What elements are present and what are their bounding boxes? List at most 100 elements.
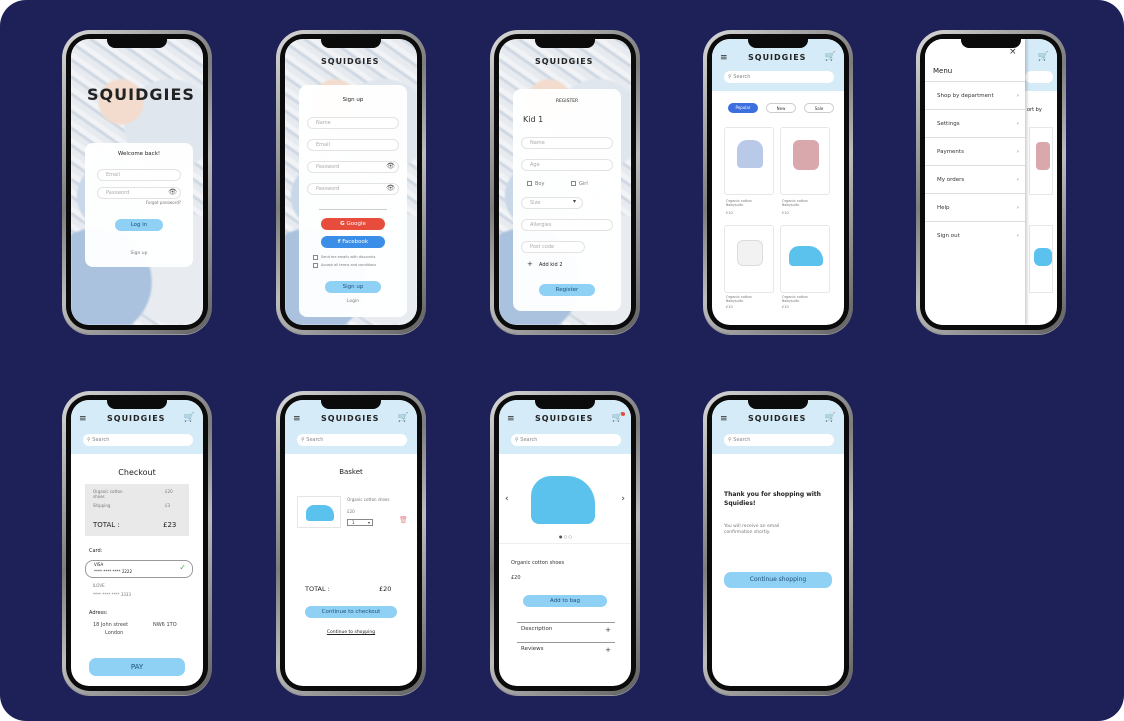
menu-item-settings[interactable]: Settings › — [925, 110, 1025, 138]
cart-icon[interactable]: 🛒 — [184, 413, 195, 423]
menu-item-sign-out[interactable]: Sign out › — [925, 222, 1025, 250]
chevron-right-icon[interactable]: › — [621, 494, 625, 504]
product-price: £20 — [511, 575, 521, 581]
chevron-down-icon[interactable]: ▾ — [573, 198, 576, 205]
name-field[interactable]: Name — [521, 137, 613, 149]
search-input[interactable]: ⚲ Search — [724, 434, 834, 446]
tab-new[interactable]: New — [766, 103, 796, 113]
product-name: Organic cotton Babysuits — [726, 199, 752, 208]
continue-shopping-button[interactable]: Continue shopping — [724, 572, 832, 588]
eye-icon[interactable]: 👁 — [168, 188, 177, 196]
card-option-selected[interactable]: VISA **** **** **** 2222 ✓ — [85, 560, 193, 578]
brand-logo: SQUIDGIES — [321, 57, 380, 66]
facebook-button[interactable]: f Facebook — [321, 236, 385, 248]
name-field[interactable]: Name — [307, 117, 399, 129]
google-button[interactable]: G Google — [321, 218, 385, 230]
total-label: TOTAL : — [305, 585, 330, 593]
continue-shopping-link[interactable]: Continue to shopping — [285, 630, 417, 635]
product-card[interactable] — [724, 225, 774, 293]
cart-icon[interactable]: 🛒 — [398, 413, 409, 423]
summary-shipping: Shipping — [93, 503, 111, 508]
eye-icon[interactable]: 👁 — [386, 184, 395, 192]
product-card[interactable] — [724, 127, 774, 195]
signup-button[interactable]: Sign up — [325, 281, 381, 293]
signup-card: Sign up Name Email Password 👁 Password 👁… — [299, 85, 407, 317]
postcode-field[interactable]: Post code — [521, 241, 585, 253]
discount-label: Send me emails with discounts — [321, 255, 376, 259]
product-card[interactable] — [780, 127, 830, 195]
tab-popular[interactable]: Popular — [728, 103, 758, 113]
girl-checkbox[interactable] — [571, 181, 576, 186]
search-input[interactable]: ⚲ Search — [511, 434, 621, 446]
summary-item-price: £20 — [165, 489, 173, 494]
product-price: £10 — [782, 211, 789, 215]
cart-icon[interactable]: 🛒 — [825, 52, 836, 62]
email-field[interactable]: Email — [307, 139, 399, 151]
summary-item-name: Organic cotton shoes — [93, 489, 123, 499]
hamburger-icon[interactable]: ≡ — [79, 414, 87, 424]
eye-icon[interactable]: 👁 — [386, 162, 395, 170]
add-kid-link[interactable]: Add kid 2 — [539, 262, 563, 268]
phone-notch — [107, 39, 167, 48]
add-to-bag-button[interactable]: Add to bag — [523, 595, 607, 607]
register-button[interactable]: Register — [539, 284, 595, 296]
login-link[interactable]: Login — [299, 299, 407, 304]
reviews-row[interactable]: Reviews + — [521, 646, 615, 660]
menu-item-my-orders[interactable]: My orders › — [925, 166, 1025, 194]
hamburger-icon[interactable]: ≡ — [720, 53, 728, 63]
menu-drawer: × Menu Shop by department › Settings › Pay… — [925, 39, 1025, 325]
phone-notch — [961, 39, 1021, 48]
accordion-divider — [517, 622, 615, 623]
search-input[interactable]: ⚲ Search — [297, 434, 407, 446]
product-card[interactable] — [780, 225, 830, 293]
discount-checkbox[interactable] — [313, 255, 318, 260]
cart-icon[interactable]: 🛒 — [1038, 52, 1049, 62]
trash-icon[interactable]: 🗑 — [399, 516, 408, 524]
carousel-dots: ● ○ ○ — [559, 534, 573, 539]
menu-item-label: Settings — [937, 121, 960, 127]
checkout-button[interactable]: Continue to checkout — [305, 606, 397, 618]
card-number-2[interactable]: **** **** **** 3333 — [93, 592, 131, 598]
phone-menu: 🛒 ort by × Menu Shop by department › Sett… — [916, 30, 1066, 334]
menu-item-help[interactable]: Help › — [925, 194, 1025, 222]
phone-register: SQUIDGIES REGISTER Kid 1 Name Age Boy Gi… — [490, 30, 640, 334]
hamburger-icon[interactable]: ≡ — [293, 414, 301, 424]
boy-checkbox[interactable] — [527, 181, 532, 186]
menu-item-payments[interactable]: Payments › — [925, 138, 1025, 166]
product-name: Organic cotton shoes — [511, 560, 565, 566]
product-card-peek — [1029, 127, 1053, 195]
thanks-title: Thank you for shopping with Squidies! — [724, 491, 821, 507]
description-row[interactable]: Description + — [521, 626, 615, 640]
brand-logo: SQUIDGIES — [748, 53, 807, 62]
brand-logo: SQUIDGIES — [107, 414, 166, 423]
reviews-label: Reviews — [521, 646, 544, 652]
login-button[interactable]: Log in — [115, 219, 163, 231]
age-field[interactable]: Age — [521, 159, 613, 171]
terms-checkbox[interactable] — [313, 263, 318, 268]
accordion-divider — [517, 642, 615, 643]
close-icon[interactable]: × — [1009, 47, 1017, 57]
plus-icon[interactable]: + — [527, 260, 533, 268]
cart-icon[interactable]: 🛒 — [825, 413, 836, 423]
address-postcode: NW6 1TO — [153, 622, 177, 628]
chevron-left-icon[interactable]: ‹ — [505, 494, 509, 504]
menu-item-shop-by-department[interactable]: Shop by department › — [925, 82, 1025, 110]
hamburger-icon[interactable]: ≡ — [720, 414, 728, 424]
forgot-password-link[interactable]: Forgot password? — [146, 200, 181, 206]
quantity-stepper[interactable]: 1 ▾ — [347, 519, 373, 526]
search-input[interactable]: ⚲ Search — [83, 434, 193, 446]
signup-link[interactable]: Sign up — [85, 251, 193, 256]
email-field[interactable]: Email — [97, 169, 181, 181]
hamburger-icon[interactable]: ≡ — [507, 414, 515, 424]
cart-badge — [621, 412, 625, 416]
brand-logo: SQUIDGIES — [535, 414, 594, 423]
allergies-field[interactable]: Allergies — [521, 219, 613, 231]
search-input[interactable]: ⚲ Search — [724, 71, 834, 83]
tab-sale[interactable]: Sale — [804, 103, 834, 113]
search-placeholder: Search — [733, 74, 751, 80]
card-type-2[interactable]: ILOVE — [93, 583, 105, 589]
login-card: Welcome back! Email Password 👁 Forgot pa… — [85, 143, 193, 267]
pay-button[interactable]: PAY — [89, 658, 185, 676]
chevron-right-icon: › — [1016, 233, 1019, 239]
phone-notch — [535, 39, 595, 48]
